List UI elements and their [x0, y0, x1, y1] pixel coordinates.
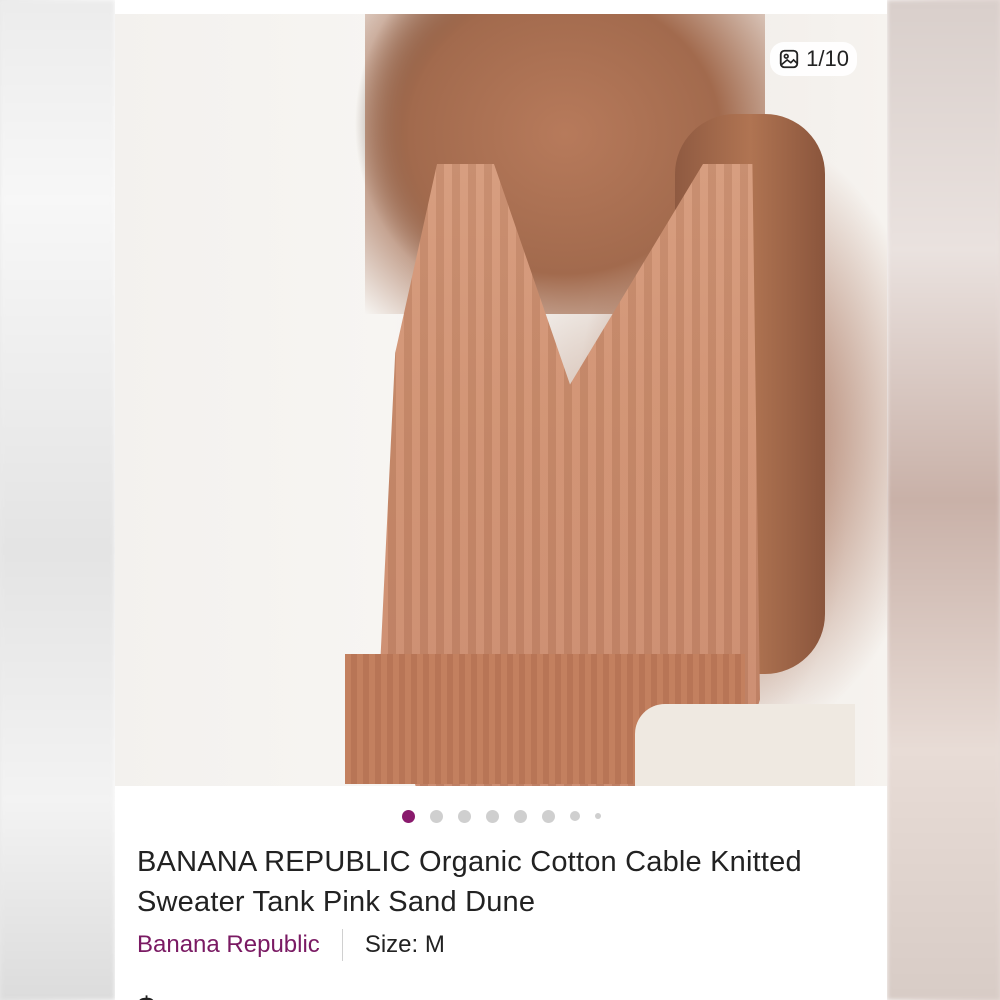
pagination-dot[interactable]: [594, 813, 601, 819]
meta-divider: [341, 929, 343, 961]
brand-link[interactable]: Banana Republic: [137, 931, 320, 959]
size-label: Size: M: [364, 931, 445, 958]
gallery-icon: [780, 49, 799, 69]
listing-title: BANANA REPUBLIC Organic Cotton Cable Kni…: [137, 846, 802, 918]
pagination-dot[interactable]: [541, 809, 555, 823]
top-strip: [115, 0, 887, 14]
photo-counter-text: 1/10: [806, 46, 849, 71]
photo-pants-area: [635, 704, 855, 786]
background-blur-right: [887, 0, 1000, 1000]
photo-counter: 1/10: [770, 42, 857, 76]
product-photo[interactable]: 1/10: [115, 14, 887, 786]
listing-screen: 1/10 BANANA REPUBLIC Organic Cotton Cabl…: [115, 0, 887, 1000]
background-blur-left: [0, 0, 115, 1000]
pagination-dot[interactable]: [429, 809, 443, 823]
photo-pagination[interactable]: [115, 806, 887, 826]
price-partial: $: [137, 990, 156, 1000]
pagination-dot[interactable]: [485, 809, 499, 823]
listing-meta: Banana Republic Size: M: [137, 928, 445, 962]
pagination-dot[interactable]: [401, 809, 415, 823]
pagination-dot[interactable]: [513, 809, 527, 823]
pagination-dot[interactable]: [457, 809, 471, 823]
pagination-dot[interactable]: [569, 811, 580, 821]
